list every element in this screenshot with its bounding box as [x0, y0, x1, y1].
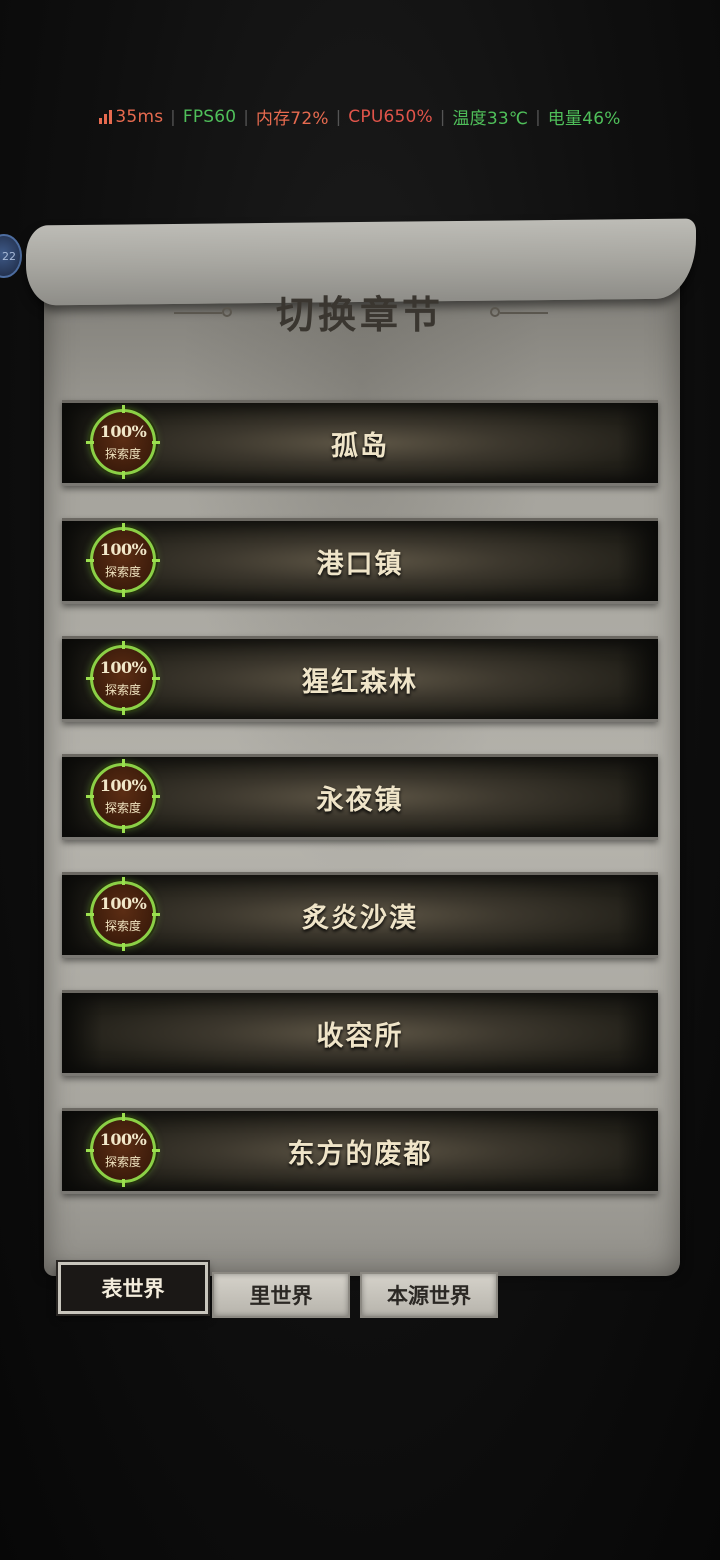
cpu-value: CPU650%: [348, 106, 433, 127]
chapter-item[interactable]: 100% 探索度 东方的废都: [62, 1108, 658, 1194]
chapter-item[interactable]: 100% 探索度 炙炎沙漠: [62, 872, 658, 958]
temperature-value: 温度33℃: [452, 109, 529, 129]
chapter-item[interactable]: 收容所: [62, 990, 658, 1076]
game-screen: 35ms | FPS60 | 内存72% | CPU650% | 温度33℃ |…: [0, 0, 720, 1560]
exploration-badge: 100% 探索度: [86, 405, 160, 479]
exploration-percent: 100%: [99, 776, 147, 795]
exploration-label: 探索度: [104, 683, 141, 697]
fps-value: FPS60: [182, 106, 237, 127]
separator: |: [335, 107, 342, 126]
exploration-percent: 100%: [99, 1130, 147, 1149]
tab-inner-world[interactable]: 里世界: [212, 1272, 350, 1318]
bubble-label: 22: [2, 249, 16, 263]
chapter-item[interactable]: 100% 探索度 永夜镇: [62, 754, 658, 840]
battery-value: 电量46%: [547, 109, 621, 129]
separator: |: [439, 107, 446, 126]
tab-origin-world[interactable]: 本源世界: [360, 1272, 498, 1318]
separator: |: [243, 107, 249, 126]
chapter-item[interactable]: 100% 探索度 猩红森林: [62, 636, 658, 722]
exploration-badge: 100% 探索度: [86, 877, 160, 951]
exploration-label: 探索度: [104, 447, 141, 461]
performance-overlay: 35ms | FPS60 | 内存72% | CPU650% | 温度33℃ |…: [0, 104, 720, 129]
chapter-item[interactable]: 100% 探索度 孤岛: [62, 400, 658, 486]
exploration-percent: 100%: [99, 894, 147, 913]
separator: |: [170, 107, 176, 126]
chapter-name: 收容所: [316, 1020, 404, 1052]
exploration-percent: 100%: [99, 422, 147, 441]
tab-surface-world[interactable]: 表世界: [58, 1262, 208, 1314]
panel-title: 切换章节: [275, 292, 444, 337]
floating-assistant-bubble[interactable]: 22: [0, 234, 22, 278]
exploration-percent: 100%: [99, 658, 147, 677]
separator: |: [535, 107, 541, 126]
exploration-badge: 100% 探索度: [86, 641, 160, 715]
chapter-item[interactable]: 100% 探索度 港口镇: [62, 518, 658, 604]
exploration-percent: 100%: [99, 540, 147, 559]
exploration-label: 探索度: [104, 565, 141, 579]
exploration-badge: 100% 探索度: [86, 1113, 160, 1187]
exploration-badge: 100% 探索度: [86, 523, 160, 597]
chapter-list: 100% 探索度 孤岛 100% 探索度 港口镇 100% 探索度 猩红森林 1…: [62, 400, 658, 1226]
exploration-badge: 100% 探索度: [86, 759, 160, 833]
exploration-label: 探索度: [104, 1155, 141, 1169]
exploration-label: 探索度: [104, 919, 141, 933]
signal-icon: [99, 109, 113, 124]
exploration-label: 探索度: [104, 801, 141, 815]
latency-value: 35ms: [115, 106, 164, 127]
memory-value: 内存72%: [255, 109, 329, 129]
